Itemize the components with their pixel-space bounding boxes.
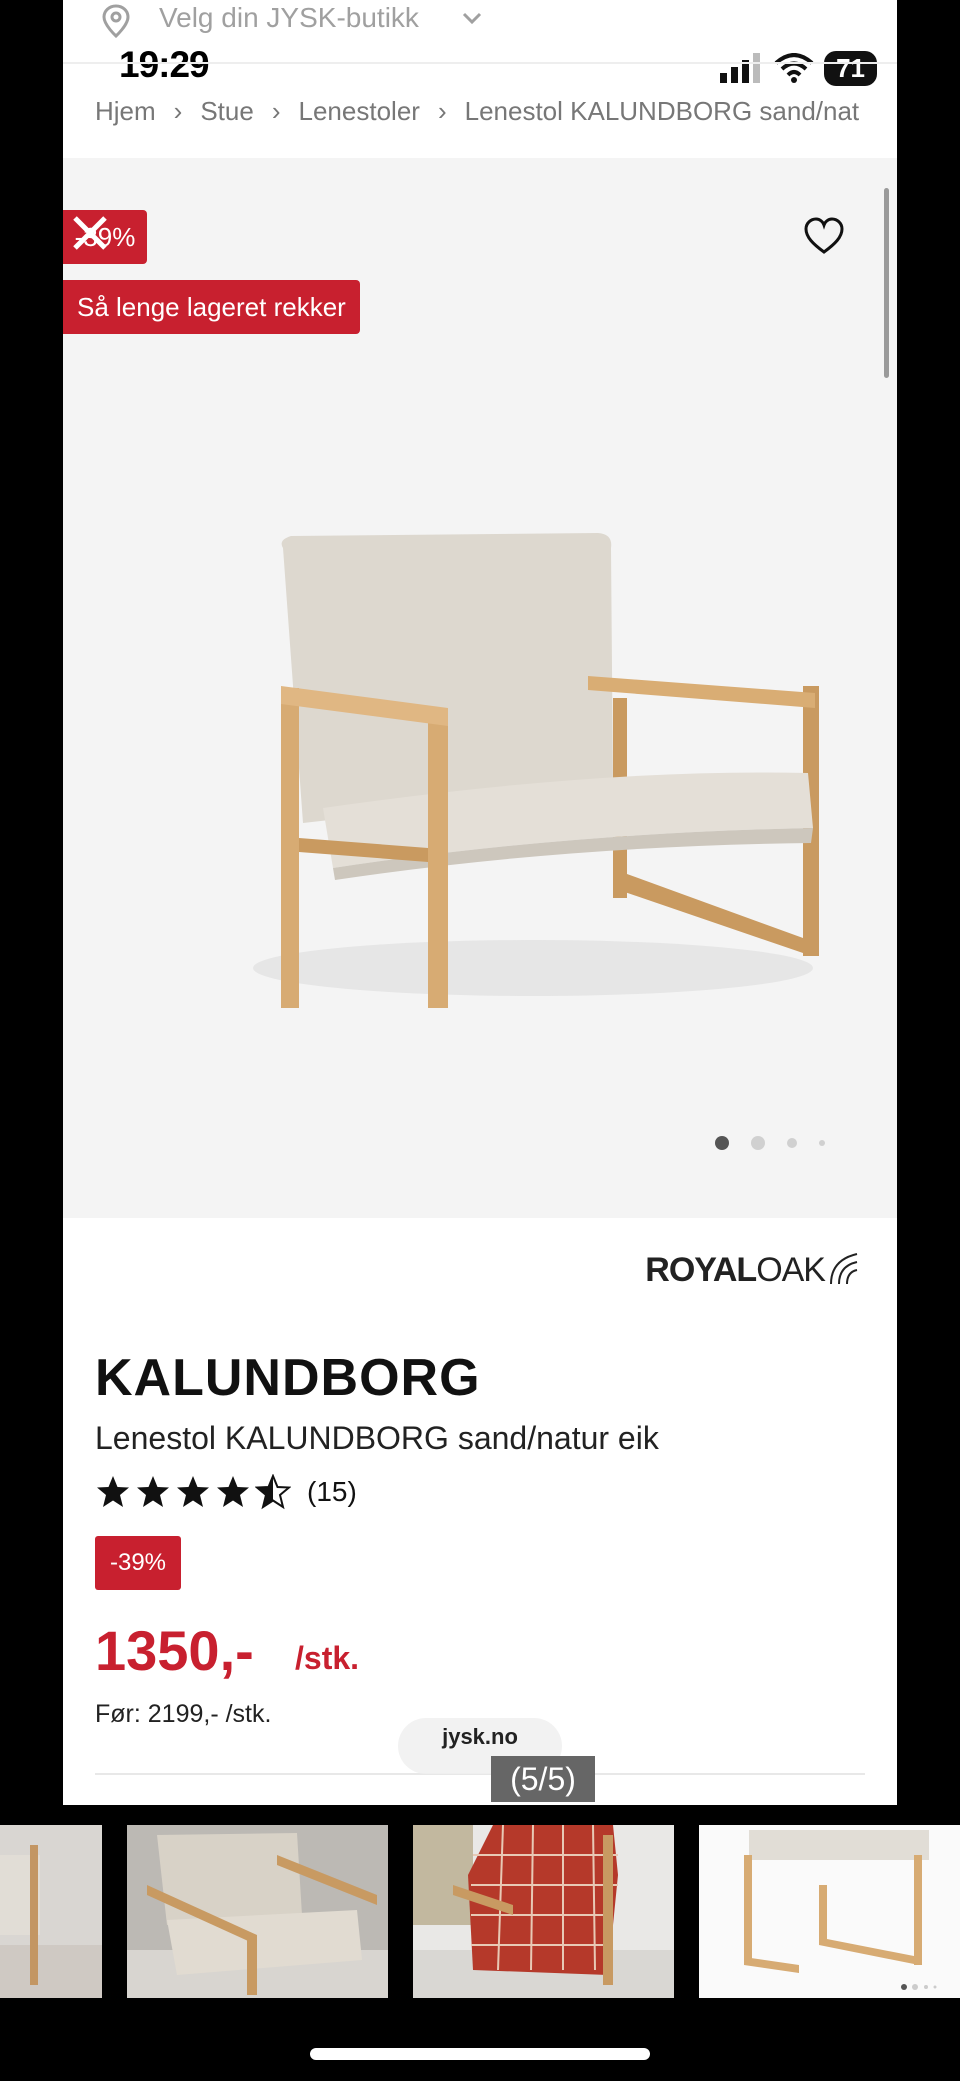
product-subtitle: Lenestol KALUNDBORG sand/natur eik — [95, 1420, 659, 1456]
chevron-right-icon: › — [173, 96, 183, 126]
product-page: Velg din JYSK-butikk 19:29 71 Hjem › Stu… — [63, 0, 897, 1805]
battery-indicator: 71 — [824, 50, 877, 86]
breadcrumb-item-lenestoler[interactable]: Lenestoler — [299, 96, 420, 127]
chair-product-image — [253, 533, 819, 1008]
chevron-right-icon: › — [271, 96, 281, 126]
previous-price: Før: 2199,- /stk. — [95, 1700, 272, 1728]
brand-logo-light: OAK — [756, 1250, 826, 1289]
breadcrumb: Hjem › Stue › Lenestoler › Lenestol KALU… — [95, 96, 859, 127]
thumbnail-5-selected[interactable] — [699, 1825, 960, 1998]
star-filled-icon — [217, 1476, 249, 1507]
breadcrumb-item-home[interactable]: Hjem — [95, 96, 156, 127]
scrollbar[interactable] — [884, 188, 889, 378]
product-image-carousel[interactable]: -39% Så lenge lageret rekker — [63, 158, 897, 1218]
thumbnail-2-image — [127, 1825, 388, 1998]
location-pin-icon — [102, 4, 130, 38]
star-filled-icon — [97, 1476, 129, 1507]
star-filled-icon — [177, 1476, 209, 1507]
thumbnail-3[interactable] — [413, 1825, 674, 1998]
discount-badge-small: -39% — [95, 1536, 181, 1590]
star-filled-icon — [137, 1476, 169, 1507]
pagination-dot[interactable] — [787, 1138, 797, 1148]
pagination-dot-active[interactable] — [715, 1136, 729, 1150]
pagination-dot[interactable] — [819, 1140, 825, 1146]
breadcrumb-item-current: Lenestol KALUNDBORG sand/nat — [464, 96, 860, 126]
status-icons: 71 — [720, 48, 877, 88]
brand-logo-bold: ROYAL — [645, 1250, 757, 1289]
wifi-icon — [774, 53, 814, 83]
brand-arcs-icon — [830, 1253, 858, 1285]
product-title: KALUNDBORG — [95, 1349, 481, 1407]
thumbnail-1-image — [0, 1825, 102, 1998]
image-pagination — [715, 1136, 825, 1150]
breadcrumb-item-stue[interactable]: Stue — [200, 96, 254, 127]
status-time: 19:29 — [119, 44, 210, 85]
thumbnail-strip — [0, 1825, 960, 1998]
star-half-icon — [255, 1474, 291, 1510]
rating-count: (15) — [307, 1476, 357, 1507]
pagination-dot[interactable] — [751, 1136, 765, 1150]
stock-badge: Så lenge lageret rekker — [63, 280, 360, 334]
heart-icon[interactable] — [803, 216, 845, 256]
brand-logo: ROYAL OAK — [645, 1250, 863, 1290]
thumbnail-3-image — [413, 1825, 674, 1998]
chevron-down-icon — [462, 12, 482, 25]
signal-icon — [720, 53, 761, 83]
price-unit: /stk. — [295, 1640, 360, 1676]
thumbnail-1[interactable] — [0, 1825, 102, 1998]
home-indicator[interactable] — [310, 2048, 650, 2060]
gallery-counter: (5/5) — [491, 1756, 595, 1802]
close-icon[interactable] — [67, 210, 113, 256]
header-divider — [63, 62, 897, 64]
rating[interactable]: (15) — [95, 1474, 357, 1510]
store-selector[interactable]: Velg din JYSK-butikk — [63, 0, 897, 42]
price: 1350,- — [95, 1619, 254, 1682]
store-selector-label: Velg din JYSK-butikk — [159, 2, 419, 33]
chevron-right-icon: › — [437, 96, 447, 126]
thumbnail-2[interactable] — [127, 1825, 388, 1998]
thumbnail-5-image — [699, 1825, 960, 1998]
